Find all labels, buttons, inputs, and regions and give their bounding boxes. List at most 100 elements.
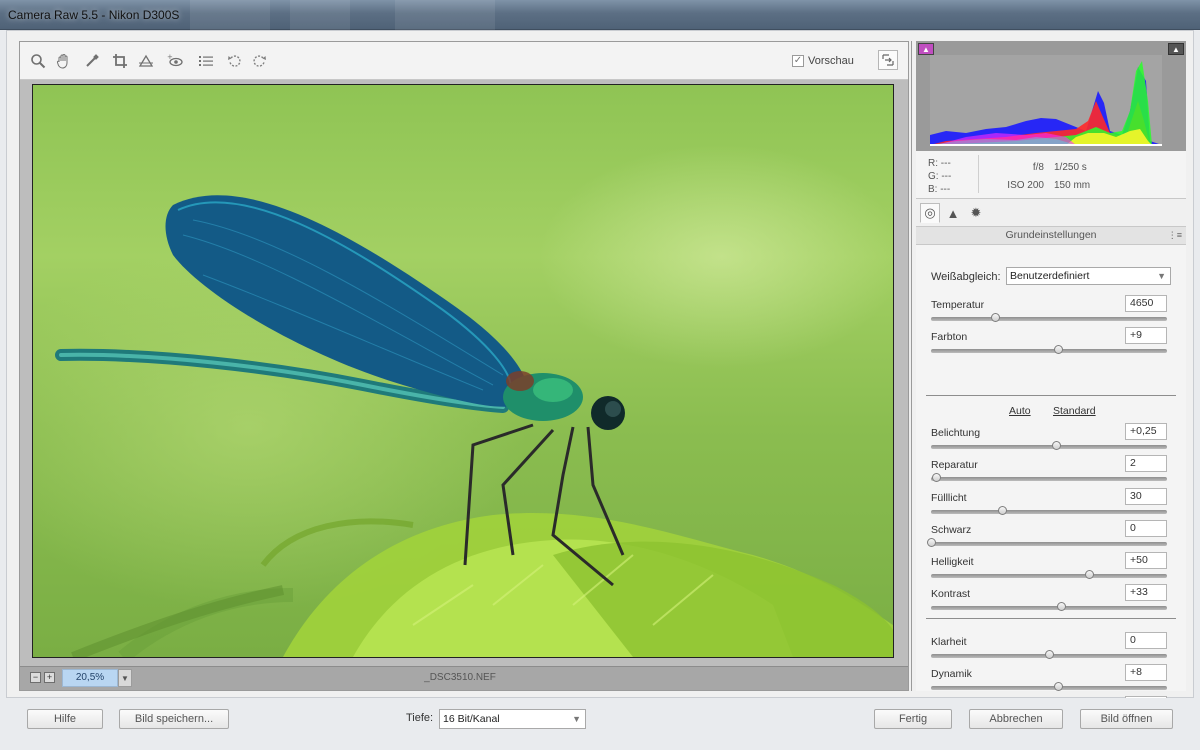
red-readout: R: --- [928,158,951,169]
cancel-button[interactable]: Abbrechen [969,709,1063,729]
window-title: Camera Raw 5.5 - Nikon D300S [8,8,180,22]
slider-thumb[interactable] [1054,682,1064,691]
image-canvas[interactable] [20,80,908,666]
title-bar-ghost [290,0,350,30]
svg-text:+: + [167,53,173,61]
white-balance-value: Benutzerdefiniert [1010,270,1090,282]
slider-kontrast: Kontrast +33 [931,584,1169,618]
slider-thumb[interactable] [1045,650,1054,659]
slider-track[interactable] [931,542,1167,546]
focal-length-value: 150 mm [1054,180,1091,191]
auto-link[interactable]: Auto [1009,405,1031,417]
red-eye-icon[interactable]: + [165,51,185,71]
hand-icon[interactable] [53,51,73,71]
slider-thumb[interactable] [1052,441,1062,450]
slider-track[interactable] [931,686,1167,690]
depth-value: 16 Bit/Kanal [443,713,500,725]
slider-track[interactable] [931,445,1167,449]
slider-track[interactable] [931,606,1167,610]
tab-tone-curve[interactable]: ▲ [943,203,963,223]
open-image-button[interactable]: Bild öffnen [1080,709,1173,729]
slider-label: Kontrast [931,588,971,600]
slider-label: Farbton [931,331,968,343]
white-balance-icon[interactable] [82,51,102,71]
rotate-right-icon[interactable] [249,51,269,71]
slider-track[interactable] [931,574,1167,578]
rotate-left-icon[interactable] [225,51,245,71]
depth-select[interactable]: 16 Bit/Kanal ▼ [439,709,586,729]
exif-info: f/8 1/250 s ISO 200 150 mm [996,159,1176,195]
white-balance-label: Weißabgleich: [931,271,1001,283]
slider-dynamik: Dynamik +8 [931,664,1169,698]
help-button[interactable]: Hilfe [27,709,103,729]
slider-value-field[interactable]: 0 [1125,520,1167,537]
slider-track[interactable] [931,349,1167,353]
standard-link[interactable]: Standard [1053,405,1096,417]
iso-value: ISO 200 [1007,180,1044,191]
slider-thumb[interactable] [990,313,1000,322]
zoom-out-button[interactable]: − [30,672,41,683]
save-image-button[interactable]: Bild speichern... [119,709,229,729]
crop-icon[interactable] [110,51,130,71]
readout-divider [978,155,979,193]
chevron-down-icon: ▼ [1157,271,1166,281]
zoom-icon[interactable] [28,51,48,71]
panel-menu-icon[interactable]: ⋮≡ [1168,227,1182,244]
slider-value-field[interactable]: 2 [1125,455,1167,472]
camera-raw-window: + ✓ Vorschau − + 20,5% ▼ _DSC3510.NEF ▲ … [6,30,1194,723]
slider-klarheit: Klarheit 0 [931,632,1169,666]
slider-track[interactable] [931,317,1167,321]
slider-track[interactable] [931,477,1167,481]
slider-value-field[interactable]: 30 [1125,488,1167,505]
slider-label: Belichtung [931,427,981,439]
tool-bar: + ✓ Vorschau [20,42,908,80]
preview-checkbox[interactable]: ✓ [792,55,804,67]
slider-thumb[interactable] [931,473,941,482]
section-divider [926,618,1176,619]
chevron-down-icon: ▼ [572,714,581,724]
title-bar-ghost [190,0,270,30]
white-balance-select[interactable]: Benutzerdefiniert ▼ [1006,267,1171,285]
slider-thumb[interactable] [997,506,1007,515]
zoom-level-field[interactable]: 20,5% [62,669,118,687]
chevron-down-icon: ▼ [121,673,129,683]
slider-value-field[interactable]: +33 [1125,584,1167,601]
shutter-value: 1/250 s [1054,162,1087,173]
slider-value-field[interactable]: 0 [1125,632,1167,649]
slider-label: Klarheit [931,636,967,648]
readout-panel: R: --- G: --- B: --- f/8 1/250 s ISO 200 1… [916,151,1186,199]
depth-label: Tiefe: [406,712,434,724]
presets-list-icon[interactable] [196,51,216,71]
auto-standard-row: Auto Standard [931,405,1169,421]
slider-helligkeit: Helligkeit +50 [931,552,1169,586]
dragonfly-photo [55,195,893,657]
slider-value-field[interactable]: +8 [1125,664,1167,681]
done-button[interactable]: Fertig [874,709,952,729]
aperture-icon: ◎ [924,205,936,220]
panel-header: Grundeinstellungen ⋮≡ [916,227,1186,245]
section-divider [926,395,1176,396]
slider-label: Schwarz [931,524,972,536]
straighten-icon[interactable] [136,51,156,71]
zoom-dropdown[interactable]: ▼ [118,669,132,687]
slider-value-field[interactable]: +9 [1125,327,1167,344]
preview-toggle[interactable]: ✓ Vorschau [792,54,854,68]
tab-detail[interactable]: ✹ [966,203,986,223]
slider-track[interactable] [931,510,1167,514]
slider-value-field[interactable]: +50 [1125,552,1167,569]
slider-temperatur: Temperatur 4650 [931,295,1169,329]
slider-thumb[interactable] [1056,602,1066,611]
fullscreen-icon[interactable] [878,50,898,70]
slider-thumb[interactable] [1054,345,1064,354]
gear-icon: ✹ [970,205,982,220]
slider-fülllicht: Fülllicht 30 [931,488,1169,522]
preview-label: Vorschau [808,55,854,67]
zoom-in-button[interactable]: + [44,672,55,683]
slider-value-field[interactable]: 4650 [1125,295,1167,312]
slider-value-field[interactable]: +0,25 [1125,423,1167,440]
photo-preview[interactable] [32,84,894,658]
tab-basic[interactable]: ◎ [920,203,940,223]
slider-thumb[interactable] [1085,570,1095,579]
slider-label: Reparatur [931,459,978,471]
slider-thumb[interactable] [927,538,936,547]
